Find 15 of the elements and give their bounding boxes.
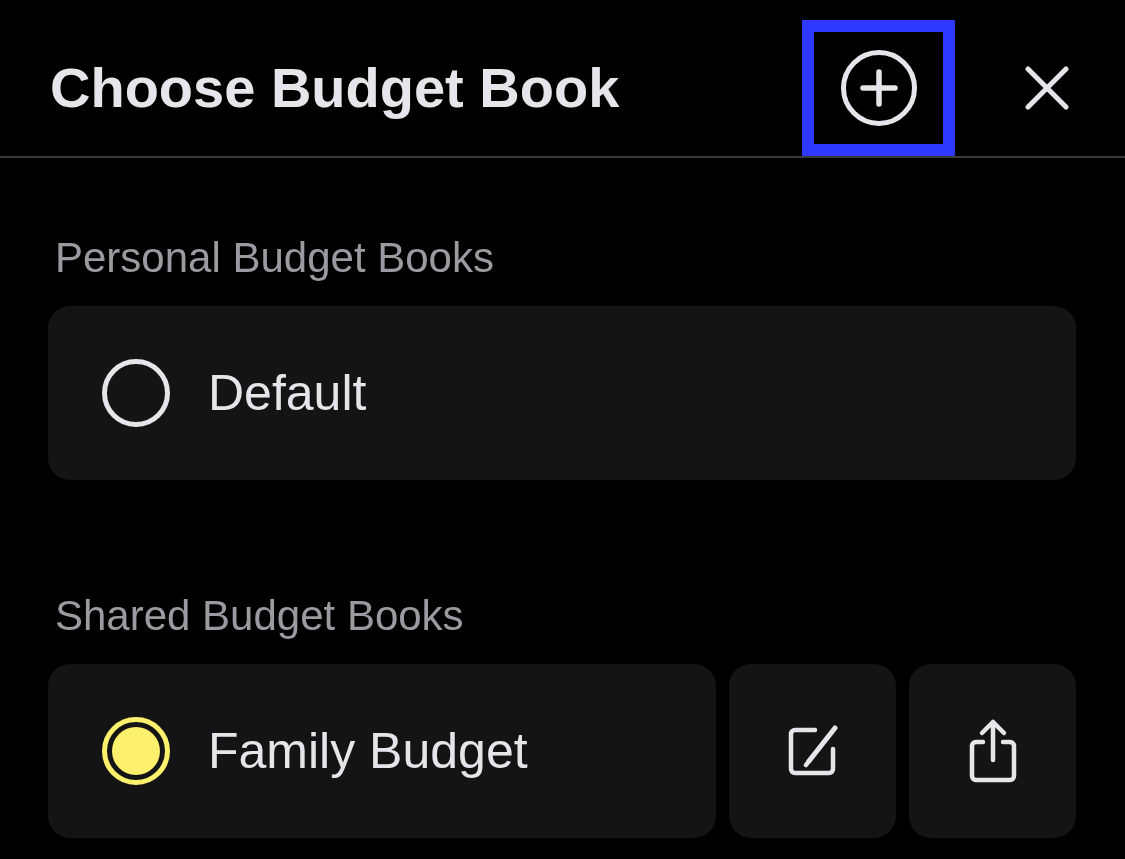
share-icon	[967, 718, 1018, 784]
budget-book-item[interactable]: Family Budget	[48, 664, 716, 838]
share-button[interactable]	[909, 664, 1076, 838]
section-heading: Personal Budget Books	[55, 234, 494, 282]
add-button[interactable]	[802, 20, 955, 156]
radio-button[interactable]	[102, 717, 170, 785]
edit-button[interactable]	[729, 664, 896, 838]
add-icon	[840, 50, 917, 126]
radio-button[interactable]	[102, 359, 170, 427]
budget-book-item[interactable]: Default	[48, 306, 1076, 480]
close-icon	[1025, 66, 1069, 110]
section-heading: Shared Budget Books	[55, 592, 464, 640]
book-name: Family Budget	[208, 721, 528, 781]
dialog-title: Choose Budget Book	[50, 55, 620, 121]
book-name: Default	[208, 363, 367, 423]
